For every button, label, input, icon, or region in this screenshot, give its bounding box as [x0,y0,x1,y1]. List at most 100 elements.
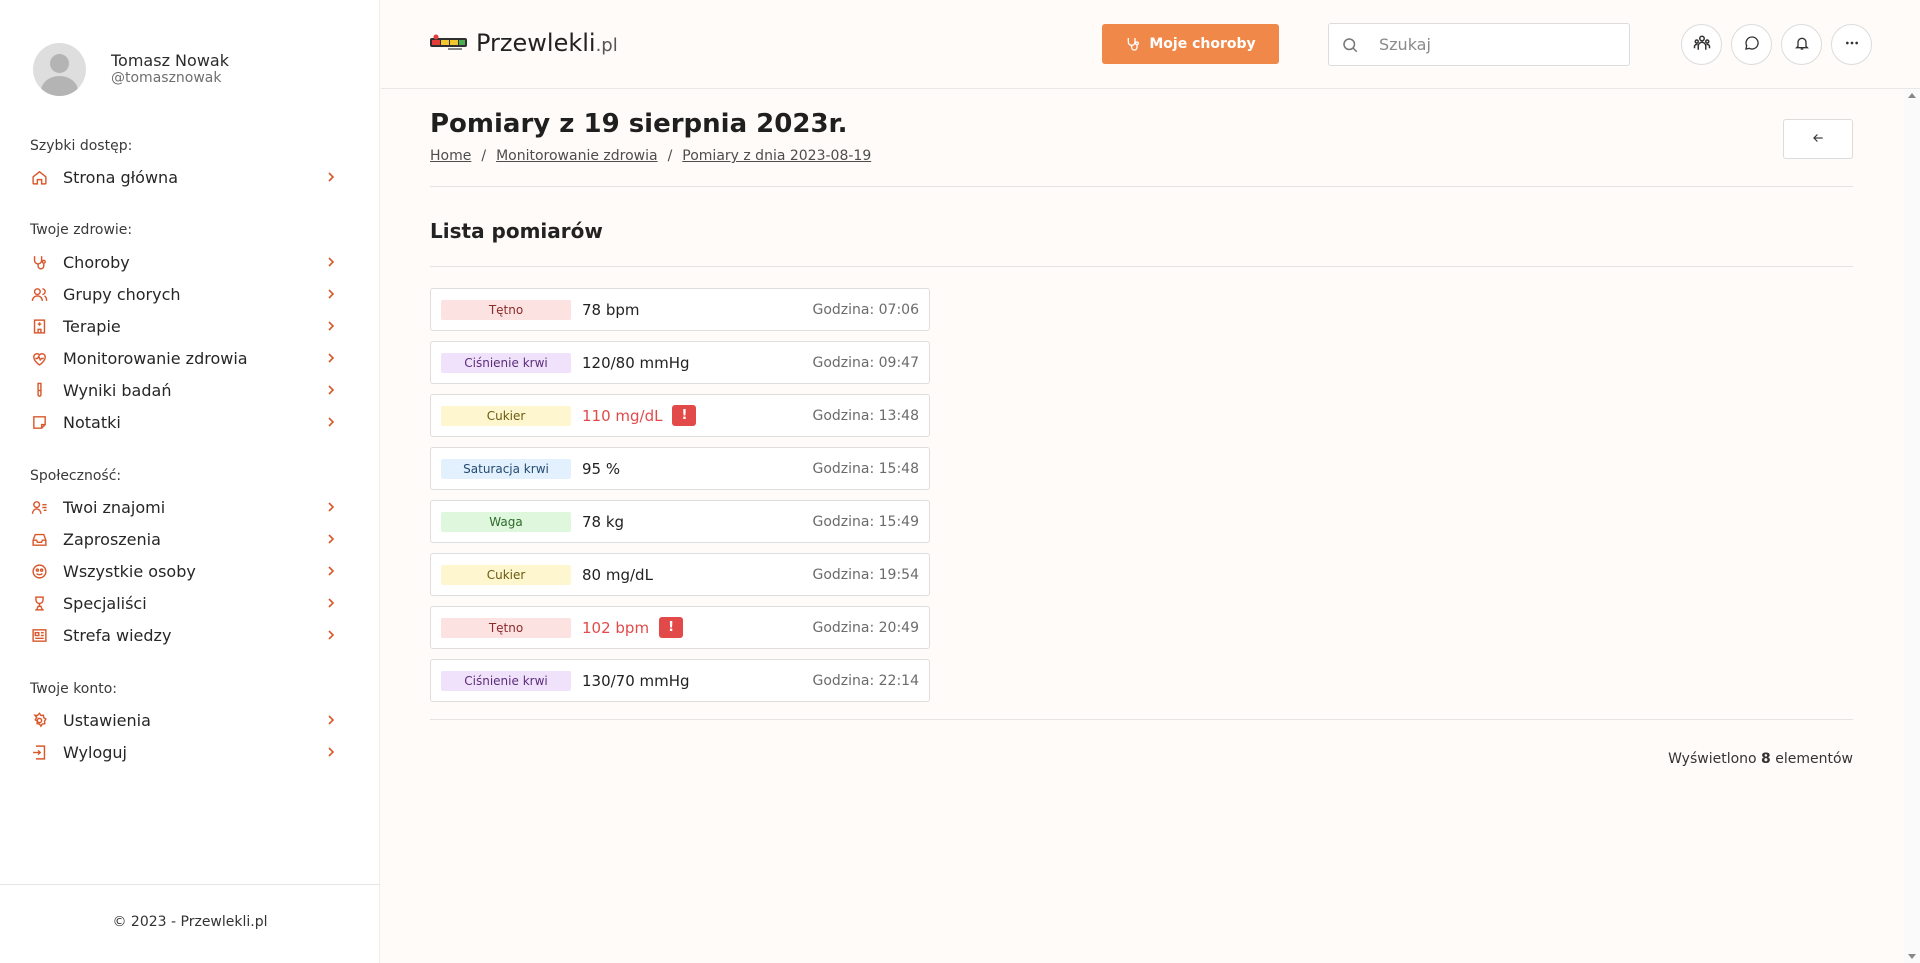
sidebar-item-wyloguj[interactable]: Wyloguj [30,739,340,765]
measurement-value-wrap: 120/80 mmHg [582,342,690,383]
sidebar-item-monitorowanie-zdrowia[interactable]: Monitorowanie zdrowia [30,345,340,371]
breadcrumb-separator: / [481,148,487,164]
divider [430,186,1853,187]
search-input[interactable] [1379,24,1619,65]
logo[interactable]: Przewlekli.pl [430,29,618,57]
sidebar-item-wszystkie-osoby[interactable]: Wszystkie osoby [30,558,340,584]
list-title: Lista pomiarów [430,219,603,243]
scroll-down-icon[interactable] [1908,954,1916,959]
sidebar-item-label: Zaproszenia [63,529,161,549]
user-name: Tomasz Nowak [111,51,229,70]
count-value: 8 [1761,751,1771,767]
measurement-row[interactable]: Waga 78 kg Godzina: 15:49 [430,500,930,543]
measurement-row[interactable]: Tętno 102 bpm! Godzina: 20:49 [430,606,930,649]
measurement-type-badge: Saturacja krwi [441,459,571,479]
sidebar-item-label: Strona główna [63,167,178,187]
friends-button[interactable] [1681,24,1722,65]
measurement-row[interactable]: Ciśnienie krwi 130/70 mmHg Godzina: 22:14 [430,659,930,702]
moje-choroby-button[interactable]: Moje choroby [1102,24,1279,64]
back-button[interactable] [1783,119,1853,159]
measurement-value: 80 mg/dL [582,565,653,584]
section-title-health: Twoje zdrowie: [30,222,133,238]
breadcrumb-monitorowanie[interactable]: Monitorowanie zdrowia [496,148,658,164]
top-header: Przewlekli.pl Moje choroby [381,0,1920,89]
measurement-value-wrap: 78 kg [582,501,624,542]
sidebar-item-choroby[interactable]: Choroby [30,249,340,275]
stethoscope-icon [1128,38,1140,51]
chevron-right-icon [322,711,340,729]
sidebar-item-zaproszenia[interactable]: Zaproszenia [30,526,340,552]
measurement-time: Godzina: 09:47 [812,354,919,371]
measurement-row[interactable]: Cukier 110 mg/dL! Godzina: 13:48 [430,394,930,437]
user-handle: @tomasznowak [111,70,222,86]
breadcrumb-home[interactable]: Home [430,148,471,164]
user-profile[interactable]: Tomasz Nowak @tomasznowak [33,43,229,96]
measurement-row[interactable]: Ciśnienie krwi 120/80 mmHg Godzina: 09:47 [430,341,930,384]
sidebar-item-label: Wyniki badań [63,380,172,400]
measurement-value: 110 mg/dL [582,406,663,425]
chevron-right-icon [322,168,340,186]
measurement-type-badge: Ciśnienie krwi [441,671,571,691]
sidebar-item-terapie[interactable]: Terapie [30,313,340,339]
sidebar-item-wyniki-badan[interactable]: Wyniki badań [30,377,340,403]
chevron-right-icon [322,594,340,612]
chevron-right-icon [322,285,340,303]
logo-suffix: .pl [595,35,618,56]
chat-icon [1744,35,1760,55]
sidebar-item-ustawienia[interactable]: Ustawienia [30,707,340,733]
more-button[interactable] [1831,24,1872,65]
more-dots-icon [1844,35,1860,55]
measurement-row[interactable]: Cukier 80 mg/dL Godzina: 19:54 [430,553,930,596]
measurement-value: 130/70 mmHg [582,671,690,690]
breadcrumb-separator: / [667,148,673,164]
people-icon [30,562,48,580]
main-content: Pomiary z 19 sierpnia 2023r. Home / Moni… [430,89,1853,963]
avatar[interactable] [33,43,86,96]
chevron-right-icon [322,530,340,548]
gear-icon [30,711,48,729]
sidebar-item-home[interactable]: Strona główna [30,164,340,190]
measurement-time: Godzina: 20:49 [812,619,919,636]
sidebar-item-notatki[interactable]: Notatki [30,409,340,435]
alert-icon: ! [659,617,684,638]
sidebar-item-label: Strefa wiedzy [63,625,172,645]
scrollbar[interactable] [1904,89,1920,963]
measurement-value-wrap: 110 mg/dL! [582,395,697,436]
notifications-button[interactable] [1781,24,1822,65]
sidebar-item-label: Monitorowanie zdrowia [63,348,248,368]
measurement-type-badge: Cukier [441,565,571,585]
sidebar-item-label: Ustawienia [63,710,151,730]
scroll-up-icon[interactable] [1908,93,1916,98]
measurement-value-wrap: 78 bpm [582,289,640,330]
breadcrumb-current[interactable]: Pomiary z dnia 2023-08-19 [682,148,871,164]
sidebar-item-label: Grupy chorych [63,284,181,304]
measurement-value-wrap: 95 % [582,448,620,489]
arrow-left-icon [1811,130,1825,149]
measurement-row[interactable]: Saturacja krwi 95 % Godzina: 15:48 [430,447,930,490]
chevron-right-icon [322,349,340,367]
search-box[interactable] [1328,23,1630,66]
section-title-account: Twoje konto: [30,681,118,697]
measurement-type-badge: Waga [441,512,571,532]
home-icon [30,168,48,186]
sidebar-item-label: Terapie [63,316,121,336]
measurement-row[interactable]: Tętno 78 bpm Godzina: 07:06 [430,288,930,331]
measurement-type-badge: Tętno [441,618,571,638]
logout-icon [30,743,48,761]
doctor-icon [30,594,48,612]
measurement-time: Godzina: 15:49 [812,513,919,530]
count-prefix: Wyświetlono [1668,751,1757,767]
measurement-type-badge: Cukier [441,406,571,426]
measurement-value-wrap: 80 mg/dL [582,554,653,595]
measurement-time: Godzina: 19:54 [812,566,919,583]
sidebar-item-grupy-chorych[interactable]: Grupy chorych [30,281,340,307]
sidebar-item-strefa-wiedzy[interactable]: Strefa wiedzy [30,622,340,648]
copyright: © 2023 - Przewlekli.pl [112,914,268,930]
chevron-right-icon [322,381,340,399]
messages-button[interactable] [1731,24,1772,65]
measurement-value: 102 bpm [582,618,650,637]
measurement-value: 78 bpm [582,300,640,319]
sidebar-item-specjalisci[interactable]: Specjaliści [30,590,340,616]
sidebar-item-twoi-znajomi[interactable]: Twoi znajomi [30,494,340,520]
stethoscope-icon [30,253,48,271]
